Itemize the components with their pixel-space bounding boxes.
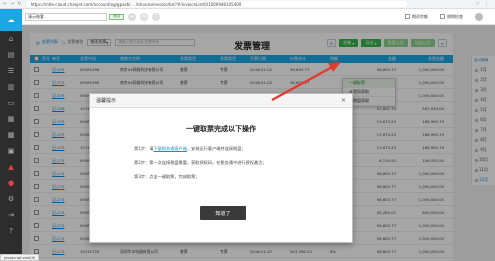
export-icon[interactable]: ⇥ [0, 207, 22, 223]
list-icon[interactable]: ☰ [0, 63, 22, 79]
alert-icon[interactable]: ▲ [0, 159, 22, 175]
close-icon[interactable]: ✕ [341, 97, 346, 104]
company-select[interactable]: 演示账套 [25, 12, 107, 21]
step-2: 第2步：第一次连接税盘需要，获取授权码，在税务通中进行授权激活； [134, 160, 267, 165]
dialog-title: 一键取票完成以下操作 [186, 125, 256, 133]
option-tax-check[interactable]: 税期检查 [440, 14, 463, 20]
menu-icon[interactable]: ⋮ [484, 1, 489, 7]
browser-tools: ☆ ⋮ [476, 1, 495, 7]
help-icon[interactable]: ? [0, 223, 22, 239]
user-icon[interactable]: ● [0, 175, 22, 191]
grid-icon[interactable]: ▩ [0, 127, 22, 143]
reload-icon[interactable]: ↻ [17, 1, 21, 7]
status-bar: javascript:void(0) [0, 254, 40, 261]
forward-icon[interactable]: → [10, 1, 14, 7]
report-icon[interactable]: ▦ [0, 111, 22, 127]
option-opening-balance[interactable]: 期初余额 [405, 14, 428, 20]
step-3: 第3步：点击一键取票，完成取票； [134, 174, 200, 179]
settings-icon[interactable]: ⚙ [0, 191, 22, 207]
calc-icon[interactable]: ▣ [0, 143, 22, 159]
add-icon[interactable]: + [128, 12, 137, 21]
chart-icon[interactable]: ▥ [0, 79, 22, 95]
browser-nav: ← → ↻ [0, 1, 22, 7]
dialog-header: 温馨提示 [90, 94, 352, 108]
top-options: 期初余额 税期检查 [405, 12, 495, 21]
ok-button[interactable]: 知道了 [200, 206, 246, 220]
folder-icon[interactable]: ▭ [0, 95, 22, 111]
back-icon[interactable]: ← [3, 1, 7, 7]
download-client-link[interactable]: 下载税务通客户端 [153, 146, 187, 151]
home-icon[interactable]: ⌂ [0, 31, 22, 47]
tip-dialog: 温馨提示 ✕ 一键取票完成以下操作 第1步：请下载税务通客户端，安装运行客户端并… [89, 93, 353, 243]
star-icon[interactable]: ☆ [476, 1, 480, 7]
step-1: 第1步：请下载税务通客户端，安装运行客户端并连接税盘； [134, 146, 246, 151]
checkbox-icon [405, 14, 410, 19]
env-tag: 测试 [109, 13, 125, 20]
app-topbar: 演示账套 测试 + ⚙ ? 期初余额 税期检查 [22, 9, 495, 25]
cloud-logo-icon[interactable]: ☁ [0, 9, 22, 31]
settings-circle-icon[interactable]: ⚙ [140, 12, 149, 21]
help-circle-icon[interactable]: ? [152, 12, 161, 21]
app-sidebar: ☁ ⌂ ▤ ☰ ▥ ▭ ▦ ▩ ▣ ▲ ● ⚙ ⇥ ? [0, 9, 22, 261]
checkbox-icon [440, 14, 445, 19]
doc-icon[interactable]: ▤ [0, 47, 22, 63]
address-bar[interactable]: https://mlte-cloud.chanjet.com/accountin… [26, 1, 407, 7]
browser-toolbar: ← → ↻ https://mlte-cloud.chanjet.com/acc… [0, 0, 495, 9]
user-avatar[interactable] [475, 12, 483, 21]
